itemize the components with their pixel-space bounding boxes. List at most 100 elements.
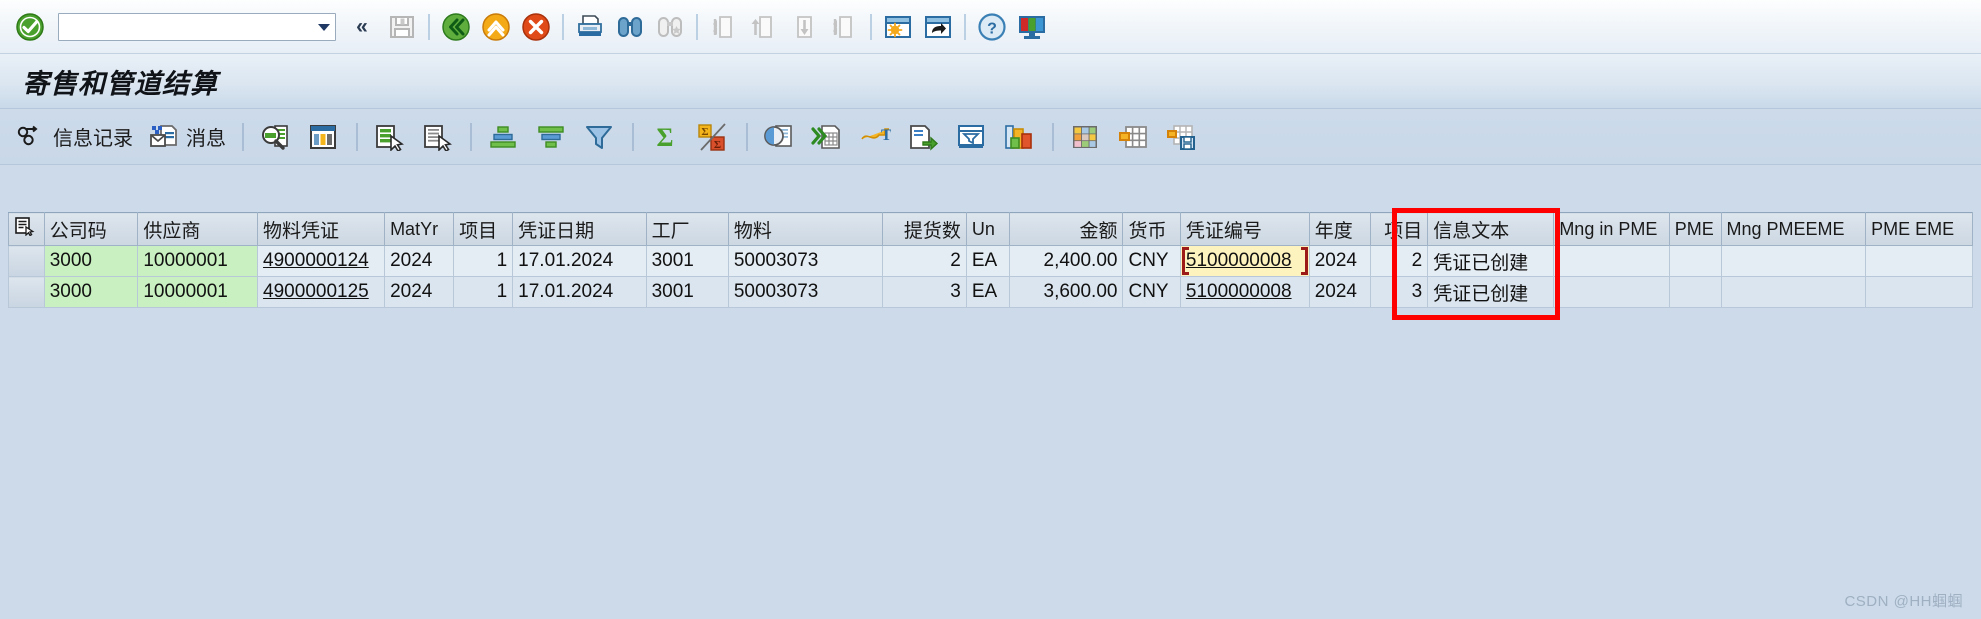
word-processing-button[interactable]: T (852, 117, 898, 157)
create-session-button[interactable] (881, 10, 915, 44)
column-header-item[interactable]: 项目 (453, 212, 514, 246)
cell-mng-in-pme[interactable] (1553, 276, 1670, 308)
cell-pme-eme[interactable] (1865, 245, 1973, 277)
info-record-button[interactable]: 信息记录 (8, 117, 139, 157)
cell-plant[interactable]: 3001 (645, 245, 729, 277)
display-detail-button[interactable] (252, 117, 298, 157)
cell-mat-yr[interactable]: 2024 (384, 276, 455, 308)
column-header-doc-date[interactable]: 凭证日期 (512, 212, 647, 246)
cell-mat-yr[interactable]: 2024 (384, 245, 455, 277)
column-header-mng-pmeeme[interactable]: Mng PMEEME (1720, 212, 1867, 246)
column-header-company[interactable]: 公司码 (43, 212, 139, 246)
cell-item[interactable]: 1 (453, 245, 514, 277)
column-header-pme-eme[interactable]: PME EME (1865, 212, 1973, 246)
chevron-down-icon[interactable] (313, 14, 335, 40)
cell-unit[interactable]: EA (965, 245, 1011, 277)
table-row[interactable]: 3000 10000001 4900000124 2024 1 17.01.20… (8, 245, 1973, 277)
enter-button[interactable] (13, 10, 47, 44)
cell-year[interactable]: 2024 (1308, 245, 1371, 277)
row-selector[interactable] (8, 276, 45, 308)
cell-item[interactable]: 1 (453, 276, 514, 308)
command-input[interactable] (59, 13, 313, 40)
column-header-mng-in-pme[interactable]: Mng in PME (1553, 212, 1670, 246)
cell-doc-date[interactable]: 17.01.2024 (512, 245, 647, 277)
save-button[interactable] (385, 10, 419, 44)
cell-pme-eme[interactable] (1865, 276, 1973, 308)
column-header-currency[interactable]: 货币 (1122, 212, 1181, 246)
column-header-year[interactable]: 年度 (1308, 212, 1371, 246)
column-header-mat-doc[interactable]: 物料凭证 (257, 212, 386, 246)
cell-vendor[interactable]: 10000001 (137, 245, 259, 277)
column-header-unit[interactable]: Un (965, 212, 1011, 246)
cell-qty[interactable]: 3 (882, 276, 967, 308)
graphic-button[interactable] (996, 117, 1042, 157)
cell-pme[interactable] (1668, 276, 1722, 308)
deselect-block-button[interactable] (414, 117, 460, 157)
subtotal-button[interactable]: Σ Σ (690, 117, 736, 157)
local-file-button[interactable] (900, 117, 946, 157)
total-button[interactable]: Σ (642, 117, 688, 157)
table-row[interactable]: 3000 10000001 4900000125 2024 1 17.01.20… (8, 276, 1973, 308)
save-layout-button[interactable] (1158, 117, 1204, 157)
cell-info-text[interactable]: 凭证已创建 (1427, 276, 1555, 308)
sort-descending-button[interactable] (528, 117, 574, 157)
cancel-button[interactable] (519, 10, 553, 44)
column-header-pme[interactable]: PME (1668, 212, 1722, 246)
cell-year[interactable]: 2024 (1308, 276, 1371, 308)
create-shortcut-button[interactable] (921, 10, 955, 44)
cell-mng-pmeeme[interactable] (1720, 276, 1867, 308)
column-header-doc-no[interactable]: 凭证编号 (1179, 212, 1310, 246)
cell-mat-doc[interactable]: 4900000124 (257, 245, 386, 277)
cell-info-text[interactable]: 凭证已创建 (1427, 245, 1555, 277)
view-crystal-button[interactable] (1062, 117, 1108, 157)
help-button[interactable]: ? (975, 10, 1009, 44)
customize-layout-button[interactable] (1015, 10, 1049, 44)
print-preview-button[interactable] (756, 117, 802, 157)
command-collapse-button[interactable]: « (345, 10, 379, 44)
sort-ascending-button[interactable] (480, 117, 526, 157)
cell-item2[interactable]: 3 (1369, 276, 1429, 308)
cell-vendor[interactable]: 10000001 (137, 276, 259, 308)
column-header-amount[interactable]: 金额 (1009, 212, 1124, 246)
cell-currency[interactable]: CNY (1122, 276, 1181, 308)
cell-pme[interactable] (1668, 245, 1722, 277)
exit-button[interactable] (479, 10, 513, 44)
cell-doc-date[interactable]: 17.01.2024 (512, 276, 647, 308)
select-all-column-header[interactable] (8, 212, 45, 246)
doc-no-link[interactable]: 5100000008 (1186, 250, 1292, 271)
print-button[interactable] (573, 10, 607, 44)
cell-qty[interactable]: 2 (882, 245, 967, 277)
cell-material[interactable]: 50003073 (727, 276, 884, 308)
cell-doc-no[interactable]: 5100000008 (1179, 245, 1310, 277)
messages-button[interactable]: 消息 (141, 117, 232, 157)
column-header-info-text[interactable]: 信息文本 (1427, 212, 1555, 246)
mat-doc-link[interactable]: 4900000124 (263, 250, 369, 271)
cell-currency[interactable]: CNY (1122, 245, 1181, 277)
column-header-item2[interactable]: 项目 (1369, 212, 1429, 246)
filter-button[interactable] (576, 117, 622, 157)
cell-plant[interactable]: 3001 (645, 276, 729, 308)
cell-company[interactable]: 3000 (43, 276, 139, 308)
view-grid-button[interactable] (1110, 117, 1156, 157)
cell-company[interactable]: 3000 (43, 245, 139, 277)
row-selector[interactable] (8, 245, 45, 277)
find-button[interactable] (613, 10, 647, 44)
cell-material[interactable]: 50003073 (727, 245, 884, 277)
cell-doc-no[interactable]: 5100000008 (1179, 276, 1310, 308)
column-header-material[interactable]: 物料 (727, 212, 884, 246)
column-header-qty[interactable]: 提货数 (882, 212, 967, 246)
export-spreadsheet-button[interactable] (804, 117, 850, 157)
doc-no-link[interactable]: 5100000008 (1186, 281, 1292, 302)
cell-amount[interactable]: 2,400.00 (1009, 245, 1124, 277)
cell-mng-in-pme[interactable] (1553, 245, 1670, 277)
cell-item2[interactable]: 2 (1369, 245, 1429, 277)
cell-mng-pmeeme[interactable] (1720, 245, 1867, 277)
column-header-vendor[interactable]: 供应商 (137, 212, 259, 246)
column-header-plant[interactable]: 工厂 (645, 212, 729, 246)
cell-amount[interactable]: 3,600.00 (1009, 276, 1124, 308)
cell-mat-doc[interactable]: 4900000125 (257, 276, 386, 308)
column-header-mat-yr[interactable]: MatYr (384, 212, 455, 246)
select-block-button[interactable] (366, 117, 412, 157)
choose-layout-button[interactable] (300, 117, 346, 157)
back-button[interactable] (439, 10, 473, 44)
